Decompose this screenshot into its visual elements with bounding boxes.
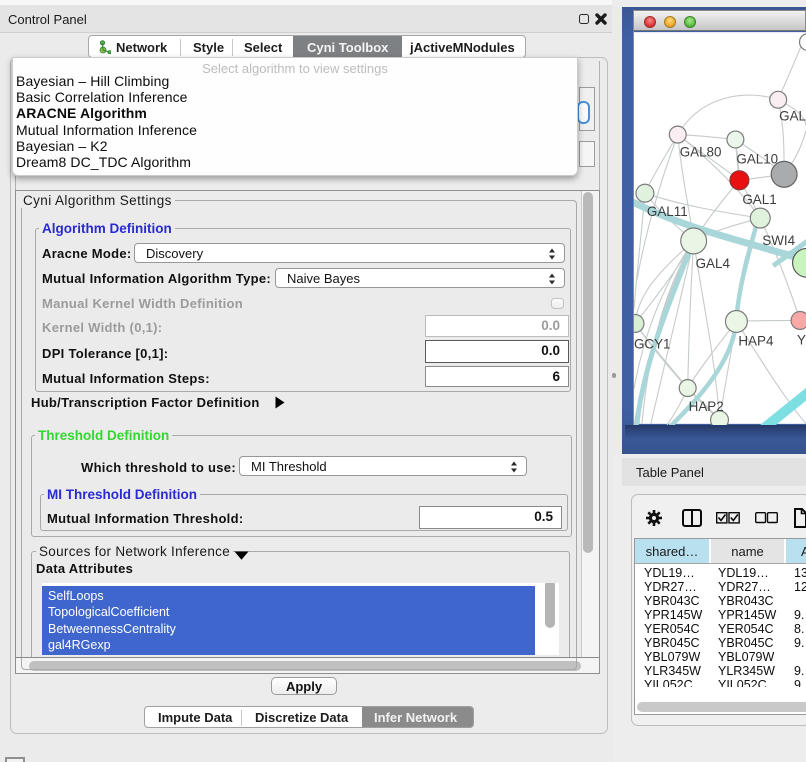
svg-text:GAL11: GAL11 — [647, 204, 688, 219]
svg-text:GCY1: GCY1 — [634, 336, 671, 351]
svg-text:SWI4: SWI4 — [762, 233, 795, 248]
svg-text:GAL80: GAL80 — [680, 144, 722, 159]
svg-text:GAL10: GAL10 — [736, 151, 778, 166]
svg-text:GAL7: GAL7 — [779, 109, 806, 124]
svg-text:HAP4: HAP4 — [738, 333, 774, 348]
svg-text:HAP2: HAP2 — [689, 399, 724, 414]
svg-text:GAL1: GAL1 — [742, 192, 776, 207]
svg-text:YP: YP — [797, 332, 806, 347]
svg-text:GAL4: GAL4 — [696, 256, 731, 271]
